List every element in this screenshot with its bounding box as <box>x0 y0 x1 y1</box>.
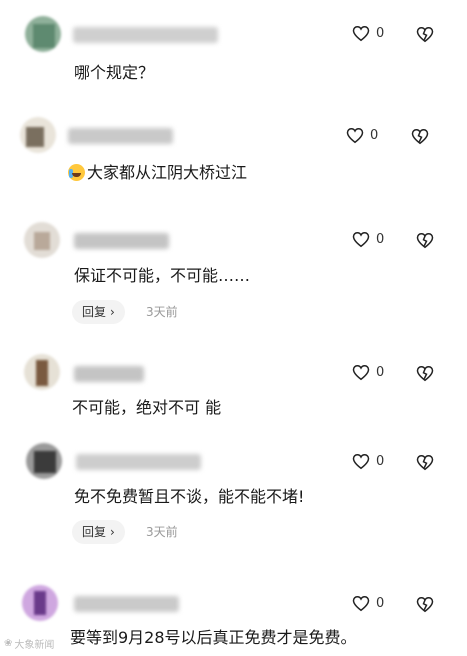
comment-text: 免不免费暂且不谈，能不能不堵! <box>74 487 305 506</box>
username-blurred[interactable] <box>74 596 179 612</box>
like-count: 0 <box>376 596 385 611</box>
chevron-right-icon: › <box>110 525 115 539</box>
avatar[interactable] <box>25 16 61 52</box>
avatar[interactable] <box>24 354 60 390</box>
like-count: 0 <box>376 232 385 247</box>
like-count: 0 <box>376 454 385 469</box>
comment-text: 哪个规定？ <box>74 63 155 82</box>
username-blurred[interactable] <box>74 233 169 249</box>
like-button[interactable]: 0 <box>352 231 384 248</box>
avatar[interactable] <box>20 117 56 153</box>
like-button[interactable]: 0 <box>352 25 384 42</box>
watermark: ❀ 大象新闻 <box>4 638 55 651</box>
comment-time: 3天前 <box>146 525 178 539</box>
heart-outline-icon <box>352 453 370 470</box>
broken-heart-icon[interactable] <box>416 454 434 471</box>
username-blurred[interactable] <box>68 128 173 144</box>
broken-heart-icon[interactable] <box>416 596 434 613</box>
comment-text: 要等到9月28号以后真正免费才是免费。 <box>70 628 357 647</box>
comment-text: 不可能，绝对不可 能 <box>72 398 222 417</box>
broken-heart-icon[interactable] <box>411 128 429 145</box>
heart-outline-icon <box>352 364 370 381</box>
username-blurred[interactable] <box>74 366 144 382</box>
like-count: 0 <box>376 26 385 41</box>
avatar[interactable] <box>26 443 62 479</box>
chevron-right-icon: › <box>110 305 115 319</box>
like-button[interactable]: 0 <box>352 595 384 612</box>
comment-text: 保证不可能，不可能…… <box>74 266 251 285</box>
heart-outline-icon <box>352 231 370 248</box>
like-count: 0 <box>370 128 379 143</box>
comment-text: 大家都从江阴大桥过江 <box>68 162 247 184</box>
avatar[interactable] <box>24 222 60 258</box>
heart-outline-icon <box>346 127 364 144</box>
broken-heart-icon[interactable] <box>416 26 434 43</box>
like-button[interactable]: 0 <box>352 453 384 470</box>
reply-button[interactable]: 回复 › <box>72 300 125 324</box>
like-button[interactable]: 0 <box>352 364 384 381</box>
heart-outline-icon <box>352 25 370 42</box>
username-blurred[interactable] <box>76 454 201 470</box>
avatar[interactable] <box>22 585 58 621</box>
username-blurred[interactable] <box>73 27 218 43</box>
crying-laughing-emoji <box>68 164 85 181</box>
reply-button[interactable]: 回复 › <box>72 520 125 544</box>
comment-time: 3天前 <box>146 305 178 319</box>
heart-outline-icon <box>352 595 370 612</box>
broken-heart-icon[interactable] <box>416 365 434 382</box>
like-count: 0 <box>376 365 385 380</box>
broken-heart-icon[interactable] <box>416 232 434 249</box>
like-button[interactable]: 0 <box>346 127 378 144</box>
watermark-logo-icon: ❀ <box>4 638 13 649</box>
